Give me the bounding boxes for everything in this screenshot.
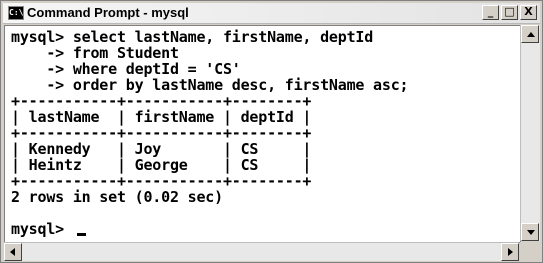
table-border-top: +-----------+-----------+--------+ bbox=[11, 92, 312, 110]
console-output[interactable]: mysql> select lastName, firstName, deptI… bbox=[4, 25, 521, 243]
scroll-up-button[interactable] bbox=[521, 25, 539, 43]
query-line-where: -> where deptId = 'CS' bbox=[11, 60, 241, 78]
up-arrow-icon bbox=[527, 32, 535, 37]
scroll-left-button[interactable] bbox=[4, 243, 22, 261]
query-line-order-by: -> order by lastName desc, firstName asc… bbox=[11, 76, 409, 94]
prompt-line[interactable]: mysql> bbox=[11, 221, 86, 237]
table-border-header: +-----------+-----------+--------+ bbox=[11, 124, 312, 142]
query-line-select: mysql> select lastName, firstName, deptI… bbox=[11, 28, 374, 46]
resize-grip-icon[interactable] bbox=[520, 242, 540, 261]
table-row: | Heintz | George | CS | bbox=[11, 156, 312, 174]
scroll-down-button[interactable] bbox=[521, 223, 539, 241]
minimize-button[interactable]: _ bbox=[482, 5, 499, 20]
window-title: Command Prompt - mysql bbox=[27, 5, 189, 20]
command-prompt-window: C:\ Command Prompt - mysql _ □ X mysql> … bbox=[0, 0, 543, 263]
text-cursor bbox=[76, 233, 86, 236]
horizontal-scrollbar[interactable] bbox=[4, 242, 519, 261]
table-border-bottom: +-----------+-----------+--------+ bbox=[11, 172, 312, 190]
down-arrow-icon bbox=[527, 230, 535, 235]
command-prompt-icon[interactable]: C:\ bbox=[8, 6, 24, 20]
query-line-from: -> from Student bbox=[11, 44, 179, 62]
maximize-button[interactable]: □ bbox=[501, 5, 518, 20]
right-arrow-icon bbox=[508, 248, 513, 256]
result-summary: 2 rows in set (0.02 sec) bbox=[11, 188, 223, 206]
vertical-scrollbar[interactable] bbox=[520, 25, 540, 241]
window-controls: _ □ X bbox=[482, 5, 537, 20]
title-bar[interactable]: C:\ Command Prompt - mysql _ □ X bbox=[3, 3, 540, 24]
table-row: | Kennedy | Joy | CS | bbox=[11, 140, 312, 158]
close-button[interactable]: X bbox=[520, 5, 537, 20]
scroll-right-button[interactable] bbox=[501, 243, 519, 261]
table-header-row: | lastName | firstName | deptId | bbox=[11, 108, 312, 126]
left-arrow-icon bbox=[10, 248, 15, 256]
mysql-prompt: mysql> bbox=[11, 220, 73, 238]
